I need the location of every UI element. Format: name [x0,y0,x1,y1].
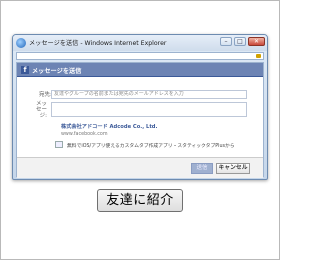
dialog-footer: 送信 キャンセル [17,157,263,178]
minimize-button[interactable]: – [220,37,232,46]
recommend-to-friend-button[interactable]: 友達に紹介 [97,189,183,212]
facebook-logo-icon: f [21,66,29,74]
thumbnail-checkbox-icon[interactable] [55,141,63,148]
link-attachment: 株式会社アドコード Adcode Co., Ltd. www.facebook.… [61,123,247,137]
browser-popup-window: メッセージを送信 - Windows Internet Explorer – □… [12,34,268,180]
message-textarea[interactable] [51,102,247,117]
close-window-button[interactable]: ✕ [248,37,265,46]
dialog-title: メッセージを送信 [32,68,82,75]
attachment-description: 無料でiOS/アプリ使えるカスタムタブ作成アプリ・スタティックタブPlusから [67,144,235,149]
message-label: メッセージ: [35,101,47,119]
window-controls: – □ ✕ [220,37,265,46]
attachment-title[interactable]: 株式会社アドコード Adcode Co., Ltd. [61,123,247,130]
address-bar[interactable] [16,52,264,60]
internet-explorer-icon [16,38,26,48]
send-button[interactable]: 送信 [191,163,213,174]
facebook-send-message-dialog: f メッセージを送信 宛先: 友達やグループの名前または宛先のメールアドレスを入… [16,62,264,178]
cancel-button[interactable]: キャンセル [216,163,250,174]
lock-icon [256,54,261,58]
dialog-header: f メッセージを送信 [17,63,263,77]
attachment-thumbnail-row: 無料でiOS/アプリ使えるカスタムタブ作成アプリ・スタティックタブPlusから [55,141,255,149]
maximize-button[interactable]: □ [234,37,246,46]
recipient-input[interactable]: 友達やグループの名前または宛先のメールアドレスを入力 [51,90,247,99]
attachment-url: www.facebook.com [61,132,108,137]
window-titlebar[interactable]: メッセージを送信 - Windows Internet Explorer – □… [13,35,267,51]
window-title: メッセージを送信 - Windows Internet Explorer [29,40,167,47]
to-label: 宛先: [39,92,52,98]
